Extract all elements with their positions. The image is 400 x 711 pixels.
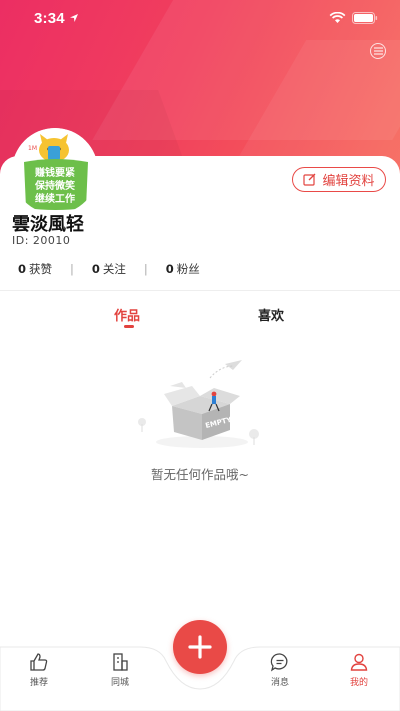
chat-bubble-icon — [270, 653, 288, 672]
tab-bar-label: 我的 — [349, 678, 368, 688]
empty-state-message: 暂无任何作品哦~ — [151, 467, 249, 482]
tab-bar-item-recommend[interactable]: 推荐 — [14, 652, 64, 688]
stat-separator: | — [70, 262, 74, 276]
svg-text:继续工作: 继续工作 — [35, 192, 75, 205]
stat-followers-label: 粉丝 — [176, 262, 200, 276]
plus-icon — [188, 635, 212, 659]
stat-separator: | — [143, 262, 148, 276]
stat-following[interactable]: 0 关注 — [92, 261, 126, 277]
tab-bar-label: 推荐 — [29, 678, 48, 688]
empty-box-illustration: EMPTY — [138, 360, 259, 448]
edit-icon — [303, 173, 316, 186]
thumbs-up-icon — [30, 653, 48, 671]
stat-likes-value: 0 — [18, 262, 27, 276]
status-time: 3:34 — [34, 10, 79, 27]
user-id: ID: 20010 — [12, 234, 71, 247]
stat-following-label: 关注 — [102, 262, 126, 276]
tab-works[interactable]: 作品 — [114, 305, 140, 324]
status-bar: 3:34 — [0, 0, 400, 36]
svg-text:1M: 1M — [28, 145, 37, 152]
person-icon — [350, 653, 368, 671]
svg-text:赚钱要紧: 赚钱要紧 — [34, 166, 75, 179]
wifi-icon — [329, 12, 346, 23]
section-divider — [0, 290, 400, 291]
user-stats: 0 获赞 | 0 关注 | 0 粉丝 — [18, 261, 200, 277]
tab-likes[interactable]: 喜欢 — [258, 305, 284, 324]
edit-profile-label: 编辑资料 — [322, 174, 375, 189]
add-post-button[interactable] — [173, 620, 227, 674]
svg-text:保持微笑: 保持微笑 — [34, 179, 75, 192]
menu-icon[interactable] — [370, 43, 386, 59]
avatar-cat-sticker: 1M 赚钱要紧 保持微笑 继续工作 — [12, 128, 98, 214]
edit-profile-button[interactable]: 编辑资料 — [292, 167, 386, 192]
status-time-text: 3:34 — [34, 9, 65, 27]
tab-bar-label: 同城 — [110, 678, 129, 688]
stat-likes[interactable]: 0 获赞 — [18, 261, 52, 277]
battery-icon — [352, 12, 378, 24]
tab-bar-item-messages[interactable]: 消息 — [255, 652, 305, 688]
tab-active-indicator — [124, 325, 134, 328]
stat-following-value: 0 — [91, 262, 100, 276]
stat-followers-value: 0 — [165, 262, 174, 276]
tab-bar-label: 消息 — [270, 678, 289, 688]
building-icon — [113, 653, 128, 671]
avatar[interactable]: 1M 赚钱要紧 保持微笑 继续工作 — [12, 128, 98, 214]
stat-likes-label: 获赞 — [29, 262, 53, 276]
tab-bar-item-me[interactable]: 我的 — [334, 652, 384, 688]
stat-followers[interactable]: 0 粉丝 — [166, 261, 200, 277]
location-arrow-icon — [69, 14, 78, 22]
tab-bar-item-local[interactable]: 同城 — [95, 652, 145, 688]
user-name: 雲淡風轻 — [12, 214, 84, 235]
